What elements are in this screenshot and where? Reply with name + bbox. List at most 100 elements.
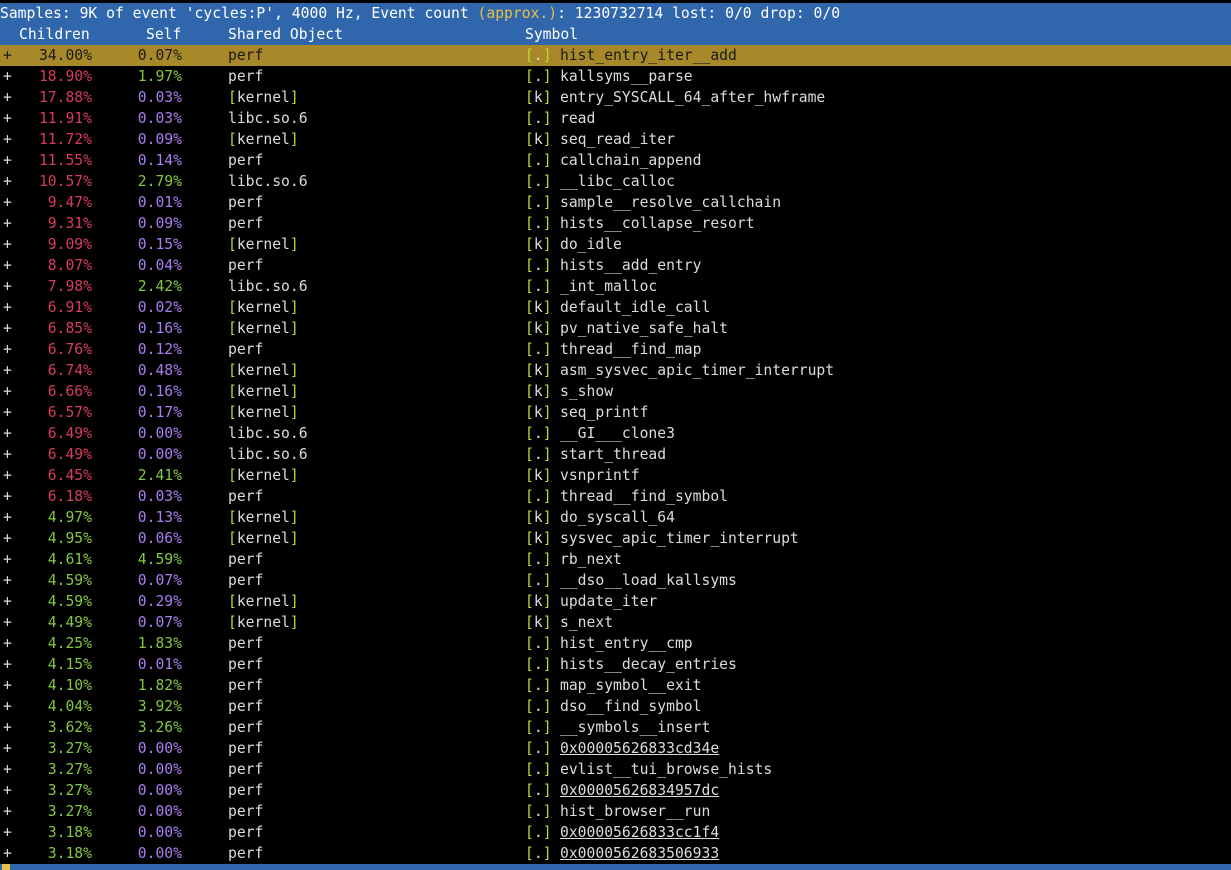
status-prefix: Samples: 9K of event 'cycles:P', 4000 Hz… bbox=[0, 5, 478, 22]
table-row[interactable]: +6.18% 0.03% perf [.] thread__find_symbol bbox=[0, 486, 1231, 507]
table-row[interactable]: +4.49% 0.07% [kernel] [k] s_next bbox=[0, 612, 1231, 633]
tag-letter: k bbox=[533, 509, 543, 526]
table-row[interactable]: +3.62% 3.26% perf [.] __symbols__insert bbox=[0, 717, 1231, 738]
table-row[interactable]: +9.31% 0.09% perf [.] hists__collapse_resort bbox=[0, 213, 1231, 234]
children-pct: 3.27% bbox=[47, 782, 92, 799]
bracket-close: ] bbox=[542, 194, 552, 211]
table-row[interactable]: +3.18% 0.00% perf [.] 0x0000562683506933 bbox=[0, 843, 1231, 864]
children-pct: 11.55% bbox=[38, 152, 92, 169]
header-shared-object[interactable]: Shared Object bbox=[228, 24, 343, 45]
bracket-close: ] bbox=[542, 635, 552, 652]
tag-letter: . bbox=[533, 152, 543, 169]
bracket-close: ] bbox=[542, 572, 552, 589]
bracket-close: ] bbox=[289, 236, 299, 253]
children-pct: 6.85% bbox=[47, 320, 92, 337]
table-row[interactable]: +18.90% 1.97% perf [.] kallsyms__parse bbox=[0, 66, 1231, 87]
bracket-open: [ bbox=[525, 824, 534, 841]
symbol-type-tag: [.] bbox=[525, 255, 552, 276]
self-pct: 0.13% bbox=[137, 509, 182, 526]
table-row[interactable]: +4.97% 0.13% [kernel] [k] do_syscall_64 bbox=[0, 507, 1231, 528]
shared-object: perf bbox=[228, 47, 264, 64]
status-suffix: : 1230732714 lost: 0/0 drop: 0/0 bbox=[557, 5, 841, 22]
table-row[interactable]: +4.04% 3.92% perf [.] dso__find_symbol bbox=[0, 696, 1231, 717]
header-children[interactable]: Children bbox=[19, 24, 90, 45]
symbol-type-tag: [.] bbox=[525, 696, 552, 717]
tag-letter: . bbox=[533, 551, 543, 568]
bracket-open: [ bbox=[228, 236, 237, 253]
header-self[interactable]: Self bbox=[146, 24, 181, 45]
children-pct: 4.95% bbox=[47, 530, 92, 547]
table-row[interactable]: +6.91% 0.02% [kernel] [k] default_idle_call bbox=[0, 297, 1231, 318]
self-pct: 0.16% bbox=[137, 320, 182, 337]
children-pct: 11.72% bbox=[38, 131, 92, 148]
table-row[interactable]: +6.76% 0.12% perf [.] thread__find_map bbox=[0, 339, 1231, 360]
self-pct: 0.06% bbox=[137, 530, 182, 547]
symbol-name: __libc_calloc bbox=[560, 173, 675, 190]
table-row[interactable]: +3.27% 0.00% perf [.] 0x00005626834957dc bbox=[0, 780, 1231, 801]
tag-letter: k bbox=[533, 383, 543, 400]
symbol-type-tag: [.] bbox=[525, 45, 552, 66]
table-row[interactable]: +4.61% 4.59% perf [.] rb_next bbox=[0, 549, 1231, 570]
table-row[interactable]: +6.49% 0.00% libc.so.6 [.] start_thread bbox=[0, 444, 1231, 465]
shared-object: perf bbox=[228, 677, 264, 694]
table-row[interactable]: +4.95% 0.06% [kernel] [k] sysvec_apic_timer_… bbox=[0, 528, 1231, 549]
table-row[interactable]: +6.57% 0.17% [kernel] [k] seq_printf bbox=[0, 402, 1231, 423]
footer-bar bbox=[0, 864, 1231, 870]
table-row[interactable]: +3.27% 0.00% perf [.] evlist__tui_browse_his… bbox=[0, 759, 1231, 780]
symbol-type-tag: [.] bbox=[525, 486, 552, 507]
bracket-open: [ bbox=[228, 320, 237, 337]
table-row[interactable]: +9.47% 0.01% perf [.] sample__resolve_callch… bbox=[0, 192, 1231, 213]
bracket-close: ] bbox=[289, 614, 299, 631]
shared-object: perf bbox=[228, 740, 264, 757]
table-row[interactable]: +4.10% 1.82% perf [.] map_symbol__exit bbox=[0, 675, 1231, 696]
table-row[interactable]: +3.18% 0.00% perf [.] 0x00005626833cc1f4 bbox=[0, 822, 1231, 843]
table-row[interactable]: +6.85% 0.16% [kernel] [k] pv_native_safe_hal… bbox=[0, 318, 1231, 339]
shared-object: [kernel] bbox=[228, 383, 299, 400]
table-row[interactable]: +6.66% 0.16% [kernel] [k] s_show bbox=[0, 381, 1231, 402]
symbol-name: __dso__load_kallsyms bbox=[560, 572, 737, 589]
tag-letter: . bbox=[533, 257, 543, 274]
bracket-open: [ bbox=[525, 362, 534, 379]
bracket-close: ] bbox=[542, 593, 552, 610]
tag-letter: . bbox=[533, 656, 543, 673]
table-row[interactable]: +8.07% 0.04% perf [.] hists__add_entry bbox=[0, 255, 1231, 276]
table-row[interactable]: +6.45% 2.41% [kernel] [k] vsnprintf bbox=[0, 465, 1231, 486]
bracket-open: [ bbox=[228, 614, 237, 631]
symbol-name: do_idle bbox=[560, 236, 622, 253]
table-row[interactable]: +11.91% 0.03% libc.so.6 [.] read bbox=[0, 108, 1231, 129]
table-row[interactable]: +4.59% 0.29% [kernel] [k] update_iter bbox=[0, 591, 1231, 612]
children-pct: 11.91% bbox=[38, 110, 92, 127]
shared-object: perf bbox=[228, 488, 264, 505]
shared-object: libc.so.6 bbox=[228, 446, 308, 463]
table-row[interactable]: +34.00% 0.07% perf [.] hist_entry_iter__add bbox=[0, 45, 1231, 66]
header-symbol[interactable]: Symbol bbox=[525, 24, 578, 45]
bracket-open: [ bbox=[525, 509, 534, 526]
self-pct: 2.42% bbox=[137, 278, 182, 295]
tag-letter: . bbox=[533, 677, 543, 694]
table-row[interactable]: +7.98% 2.42% libc.so.6 [.] _int_malloc bbox=[0, 276, 1231, 297]
table-row[interactable]: +3.27% 0.00% perf [.] 0x00005626833cd34e bbox=[0, 738, 1231, 759]
table-row[interactable]: +3.27% 0.00% perf [.] hist_browser__run bbox=[0, 801, 1231, 822]
report-list[interactable]: +34.00% 0.07% perf [.] hist_entry_iter__add +… bbox=[0, 45, 1231, 864]
shared-object: [kernel] bbox=[228, 236, 299, 253]
table-row[interactable]: +17.88% 0.03% [kernel] [k] entry_SYSCALL_64_… bbox=[0, 87, 1231, 108]
table-row[interactable]: +11.72% 0.09% [kernel] [k] seq_read_iter bbox=[0, 129, 1231, 150]
shared-object: perf bbox=[228, 152, 264, 169]
bracket-close: ] bbox=[542, 152, 552, 169]
tag-letter: k bbox=[533, 530, 543, 547]
table-row[interactable]: +6.74% 0.48% [kernel] [k] asm_sysvec_apic_ti… bbox=[0, 360, 1231, 381]
table-row[interactable]: +4.25% 1.83% perf [.] hist_entry__cmp bbox=[0, 633, 1231, 654]
bracket-open: [ bbox=[525, 761, 534, 778]
self-pct: 0.03% bbox=[137, 89, 182, 106]
table-row[interactable]: +4.59% 0.07% perf [.] __dso__load_kallsyms bbox=[0, 570, 1231, 591]
table-row[interactable]: +9.09% 0.15% [kernel] [k] do_idle bbox=[0, 234, 1231, 255]
table-row[interactable]: +10.57% 2.79% libc.so.6 [.] __libc_calloc bbox=[0, 171, 1231, 192]
children-pct: 6.91% bbox=[47, 299, 92, 316]
bracket-close: ] bbox=[289, 404, 299, 421]
table-row[interactable]: +11.55% 0.14% perf [.] callchain_append bbox=[0, 150, 1231, 171]
tag-letter: . bbox=[533, 740, 543, 757]
symbol-type-tag: [k] bbox=[525, 381, 552, 402]
table-row[interactable]: +4.15% 0.01% perf [.] hists__decay_entries bbox=[0, 654, 1231, 675]
bracket-close: ] bbox=[542, 215, 552, 232]
table-row[interactable]: +6.49% 0.00% libc.so.6 [.] __GI___clone3 bbox=[0, 423, 1231, 444]
